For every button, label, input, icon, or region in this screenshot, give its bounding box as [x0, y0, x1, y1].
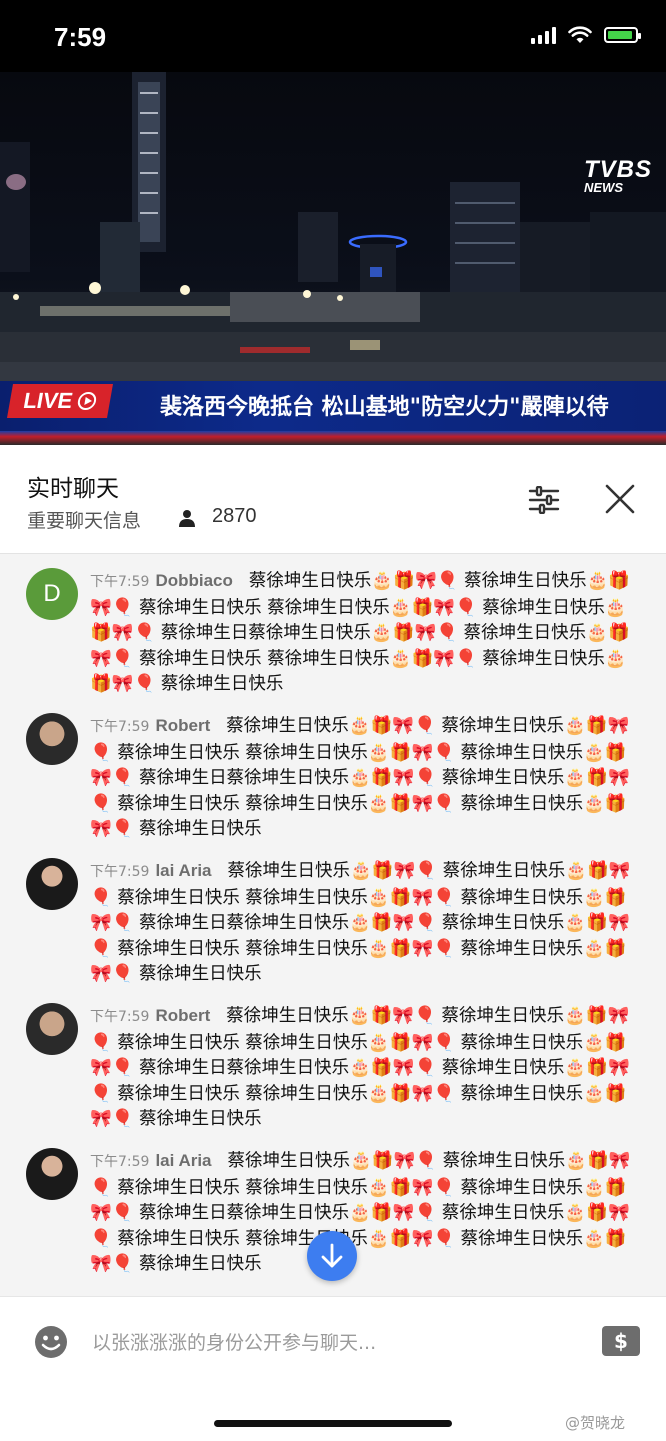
message-time: 下午7:59 [90, 719, 150, 735]
wifi-icon [568, 26, 592, 43]
message-body: 下午7:59 lai Aria 蔡徐坤生日快乐🎂🎁🎀🎈 蔡徐坤生日快乐🎂🎁🎀🎈 蔡徐… [90, 858, 642, 988]
banner-stripe [0, 431, 666, 445]
arrow-down-icon [321, 1243, 343, 1268]
news-headline: 裴洛西今晚抵台 松山基地"防空火力"嚴陣以待 [160, 395, 609, 420]
status-icons [531, 26, 641, 44]
message-author[interactable]: Robert [155, 716, 210, 735]
weibo-watermark: @贺晓龙 [565, 1414, 626, 1432]
chat-mode-selector[interactable]: 重要聊天信息 [27, 506, 141, 533]
chat-message-list[interactable]: D 下午7:59 Dobbiaco 蔡徐坤生日快乐🎂🎁🎀🎈 蔡徐坤生日快乐🎂🎁🎀🎈 … [0, 554, 666, 1296]
message-author[interactable]: lai Aria [155, 1151, 211, 1170]
chat-message: 下午7:59 Robert 蔡徐坤生日快乐🎂🎁🎀🎈 蔡徐坤生日快乐🎂🎁🎀🎈 蔡徐坤生… [0, 699, 666, 844]
scroll-to-bottom-button[interactable] [307, 1231, 357, 1281]
message-time: 下午7:59 [90, 574, 150, 590]
chat-message-input[interactable] [90, 1326, 574, 1360]
currency-icon[interactable]: $ [602, 1326, 640, 1356]
emoji-icon[interactable] [34, 1325, 68, 1359]
message-body: 下午7:59 Robert 蔡徐坤生日快乐🎂🎁🎀🎈 蔡徐坤生日快乐🎂🎁🎀🎈 蔡徐坤生… [90, 713, 642, 843]
chat-title: 实时聊天 [27, 476, 119, 502]
message-author[interactable]: lai Aria [155, 861, 211, 880]
message-author[interactable]: Robert [155, 1006, 210, 1025]
battery-icon [604, 27, 641, 43]
person-icon [179, 510, 195, 527]
avatar[interactable] [26, 1003, 78, 1055]
chat-message: 下午7:59 Robert 蔡徐坤生日快乐🎂🎁🎀🎈 蔡徐坤生日快乐🎂🎁🎀🎈 蔡徐坤生… [0, 989, 666, 1134]
status-bar: 7:59 [0, 0, 666, 72]
sliders-icon[interactable] [528, 486, 560, 514]
message-body: 下午7:59 lai Aria 蔡徐坤生日快乐🎂🎁🎀🎈 蔡徐坤生日快乐🎂🎁🎀🎈 蔡徐… [90, 1148, 642, 1278]
cellular-signal-icon [531, 26, 556, 44]
play-circle-icon [76, 392, 99, 410]
viewer-count: 2870 [212, 505, 257, 527]
chat-message: 下午7:59 lai Aria 蔡徐坤生日快乐🎂🎁🎀🎈 蔡徐坤生日快乐🎂🎁🎀🎈 蔡徐… [0, 844, 666, 989]
close-icon[interactable] [604, 483, 636, 515]
message-body: 下午7:59 Dobbiaco 蔡徐坤生日快乐🎂🎁🎀🎈 蔡徐坤生日快乐🎂🎁🎀🎈 蔡徐… [90, 568, 642, 698]
avatar[interactable] [26, 713, 78, 765]
tvbs-news-logo: TVBS NEWS [583, 156, 652, 195]
message-time: 下午7:59 [90, 1009, 150, 1025]
avatar[interactable]: D [26, 568, 78, 620]
message-author[interactable]: Dobbiaco [155, 571, 232, 590]
clock: 7:59 [54, 22, 107, 52]
chat-message: D 下午7:59 Dobbiaco 蔡徐坤生日快乐🎂🎁🎀🎈 蔡徐坤生日快乐🎂🎁🎀🎈 … [0, 554, 666, 699]
home-indicator[interactable] [214, 1420, 452, 1427]
message-body: 下午7:59 Robert 蔡徐坤生日快乐🎂🎁🎀🎈 蔡徐坤生日快乐🎂🎁🎀🎈 蔡徐坤生… [90, 1003, 642, 1133]
avatar[interactable] [26, 858, 78, 910]
message-time: 下午7:59 [90, 1154, 150, 1170]
chat-header: 实时聊天 重要聊天信息 2870 [0, 445, 666, 554]
avatar[interactable] [26, 1148, 78, 1200]
live-badge: LIVE [7, 384, 113, 418]
message-time: 下午7:59 [90, 864, 150, 880]
